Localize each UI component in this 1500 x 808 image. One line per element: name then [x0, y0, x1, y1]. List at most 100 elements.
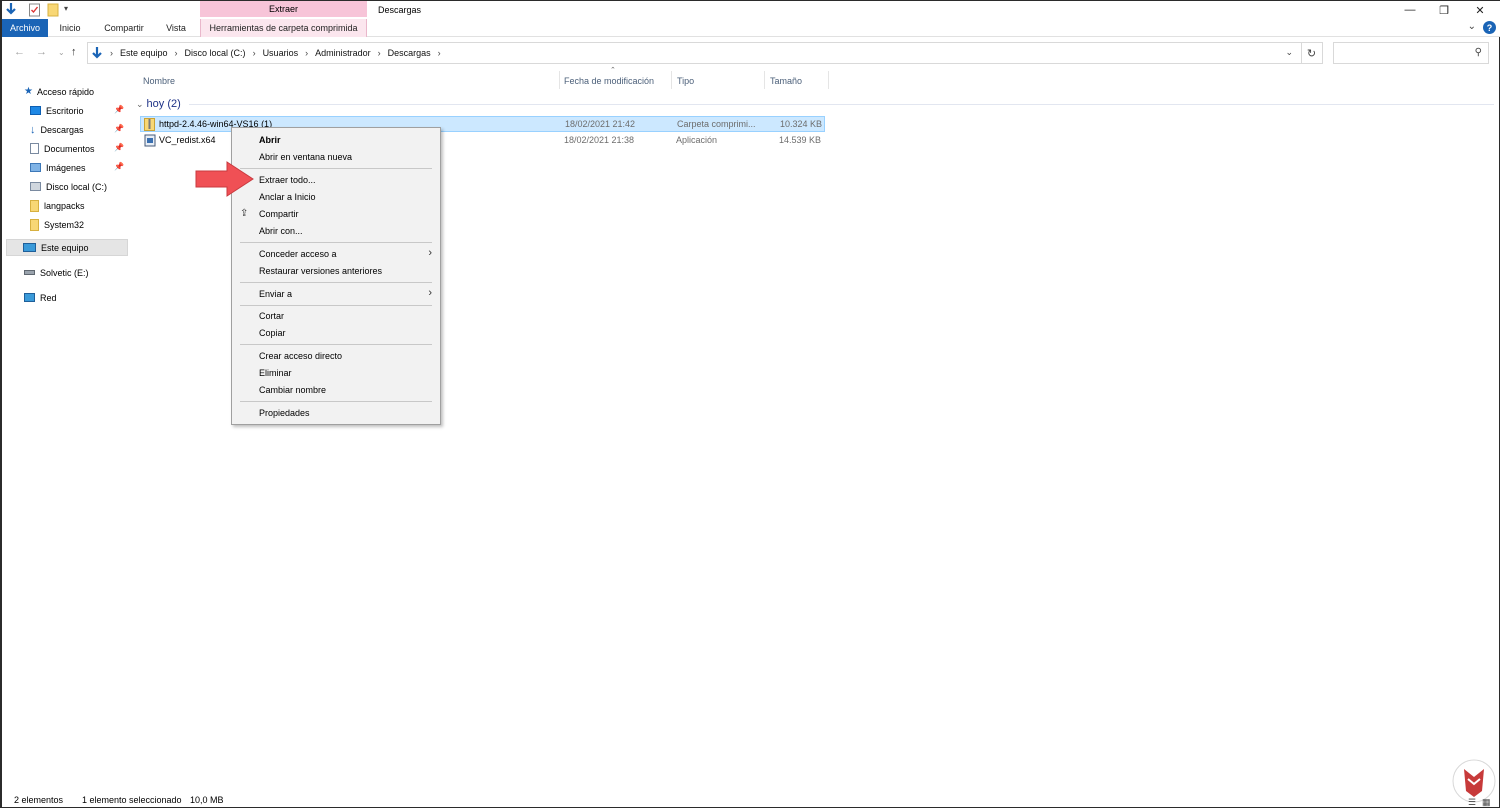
tab-vista[interactable]: Vista: [160, 19, 192, 37]
tab-compartir[interactable]: Compartir: [98, 19, 150, 37]
column-header-tipo[interactable]: Tipo: [677, 72, 694, 89]
menu-item-eliminar[interactable]: Eliminar: [232, 365, 440, 381]
sidebar-item-documentos[interactable]: Documentos 📌: [30, 140, 128, 157]
sidebar-item-system32[interactable]: System32: [30, 216, 128, 233]
menu-item-conceder-acceso[interactable]: Conceder acceso a ›: [232, 246, 440, 262]
sidebar-item-acceso-rapido[interactable]: ★ Acceso rápido: [24, 83, 128, 100]
file-date: 18/02/2021 21:38: [564, 135, 635, 145]
download-arrow-icon[interactable]: [5, 2, 17, 17]
sidebar-item-escritorio[interactable]: Escritorio 📌: [30, 102, 128, 119]
menu-item-label: Compartir: [259, 209, 299, 219]
new-folder-icon[interactable]: [47, 2, 60, 17]
collapse-ribbon-icon[interactable]: ⌄: [1468, 21, 1476, 32]
pin-icon[interactable]: 📌: [114, 143, 124, 152]
breadcrumb-disco-local[interactable]: Disco local (C:): [185, 48, 246, 58]
sidebar-item-imagenes[interactable]: Imágenes 📌: [30, 159, 128, 176]
zip-folder-icon: [144, 118, 155, 131]
pin-icon[interactable]: 📌: [114, 105, 124, 114]
submenu-arrow-icon: ›: [428, 287, 432, 299]
navigation-pane: ★ Acceso rápido Escritorio 📌 ↓ Descargas…: [2, 81, 128, 781]
tab-herramientas-carpeta-comprimida[interactable]: Herramientas de carpeta comprimida: [200, 19, 367, 37]
menu-separator: [240, 168, 432, 169]
column-header-tamano[interactable]: Tamaño: [770, 72, 802, 89]
minimize-button[interactable]: —: [1392, 1, 1428, 19]
menu-item-cortar[interactable]: Cortar: [232, 308, 440, 324]
sidebar-item-langpacks[interactable]: langpacks: [30, 197, 128, 214]
network-icon: [24, 293, 35, 302]
menu-item-enviar-a[interactable]: Enviar a ›: [232, 286, 440, 302]
menu-item-abrir-con[interactable]: Abrir con...: [232, 223, 440, 239]
large-icons-view-icon[interactable]: ▦: [1482, 797, 1491, 808]
sidebar-item-label: Este equipo: [41, 242, 89, 253]
sidebar-item-red[interactable]: Red: [24, 289, 128, 306]
submenu-arrow-icon: ›: [428, 247, 432, 259]
properties-icon[interactable]: [28, 2, 41, 17]
breadcrumb-usuarios[interactable]: Usuarios: [263, 48, 299, 58]
address-bar[interactable]: › Este equipo › Disco local (C:) › Usuar…: [87, 42, 1302, 64]
breadcrumb-este-equipo[interactable]: Este equipo: [120, 48, 168, 58]
menu-item-compartir[interactable]: ⇪ Compartir: [232, 206, 440, 222]
recent-locations-icon[interactable]: ⌄: [58, 48, 65, 57]
column-divider[interactable]: [828, 71, 829, 89]
red-arrow-icon: [195, 161, 254, 197]
file-size: 14.539 KB: [778, 135, 821, 145]
address-dropdown-icon[interactable]: ⌄: [1285, 47, 1293, 58]
chevron-down-icon[interactable]: ⌄: [136, 99, 144, 110]
menu-item-cambiar-nombre[interactable]: Cambiar nombre: [232, 382, 440, 398]
breadcrumb-separator: ›: [377, 48, 381, 58]
menu-item-restaurar-versiones[interactable]: Restaurar versiones anteriores: [232, 263, 440, 279]
usb-drive-icon: [24, 270, 35, 275]
sidebar-item-descargas[interactable]: ↓ Descargas 📌: [30, 121, 128, 138]
help-icon[interactable]: ?: [1483, 21, 1496, 34]
desktop-icon: [30, 106, 41, 115]
sidebar-item-label: Disco local (C:): [46, 181, 108, 192]
menu-item-label: Abrir: [259, 135, 281, 145]
maximize-button[interactable]: ❐: [1426, 1, 1462, 19]
pin-icon[interactable]: 📌: [114, 124, 124, 133]
back-button[interactable]: ←: [14, 46, 25, 58]
tab-inicio[interactable]: Inicio: [52, 19, 88, 37]
group-header[interactable]: ⌄ hoy (2): [136, 97, 1494, 111]
details-view-icon[interactable]: ☰: [1468, 797, 1476, 808]
column-divider[interactable]: [559, 71, 560, 89]
menu-item-anclar-inicio[interactable]: Anclar a Inicio: [232, 189, 440, 205]
menu-item-abrir[interactable]: Abrir: [232, 132, 440, 148]
menu-separator: [240, 242, 432, 243]
column-divider[interactable]: [671, 71, 672, 89]
menu-item-extraer-todo[interactable]: Extraer todo...: [232, 172, 440, 188]
explorer-window: ▾ Extraer Descargas — ❐ ✕ Archivo Inicio…: [0, 0, 1500, 808]
up-button[interactable]: ↑: [71, 46, 77, 58]
menu-item-label: Eliminar: [259, 368, 292, 378]
menu-item-label: Abrir con...: [259, 226, 303, 236]
file-size: 10.324 KB: [779, 119, 822, 129]
sidebar-item-disco-local[interactable]: Disco local (C:): [30, 178, 128, 195]
column-header-nombre[interactable]: Nombre: [143, 72, 175, 89]
menu-separator: [240, 282, 432, 283]
title-bar: ▾ Extraer Descargas — ❐ ✕: [2, 1, 1500, 19]
tab-archivo[interactable]: Archivo: [2, 19, 48, 37]
close-button[interactable]: ✕: [1462, 1, 1498, 19]
menu-item-abrir-ventana-nueva[interactable]: Abrir en ventana nueva: [232, 149, 440, 165]
sidebar-item-este-equipo[interactable]: Este equipo: [6, 239, 128, 256]
menu-item-label: Extraer todo...: [259, 175, 316, 185]
menu-item-crear-acceso-directo[interactable]: Crear acceso directo: [232, 348, 440, 364]
search-icon: ⚲: [1474, 47, 1482, 58]
forward-button[interactable]: →: [36, 46, 47, 58]
column-divider[interactable]: [764, 71, 765, 89]
menu-item-propiedades[interactable]: Propiedades: [232, 405, 440, 421]
breadcrumb-administrador[interactable]: Administrador: [315, 48, 371, 58]
sidebar-item-solvetic[interactable]: Solvetic (E:): [24, 264, 128, 281]
pin-icon[interactable]: 📌: [114, 162, 124, 171]
computer-icon: [23, 243, 36, 252]
menu-separator: [240, 344, 432, 345]
refresh-button[interactable]: ↻: [1301, 42, 1323, 64]
column-header-fecha[interactable]: Fecha de modificación: [564, 72, 654, 89]
menu-item-label: Cortar: [259, 311, 285, 321]
menu-separator: [240, 305, 432, 306]
documents-icon: [30, 143, 39, 154]
menu-item-copiar[interactable]: Copiar: [232, 325, 440, 341]
customize-toolbar-icon[interactable]: ▾: [64, 4, 68, 13]
search-input[interactable]: ⚲: [1333, 42, 1489, 64]
breadcrumb-descargas[interactable]: Descargas: [388, 48, 431, 58]
breadcrumb-separator: ›: [174, 48, 178, 58]
